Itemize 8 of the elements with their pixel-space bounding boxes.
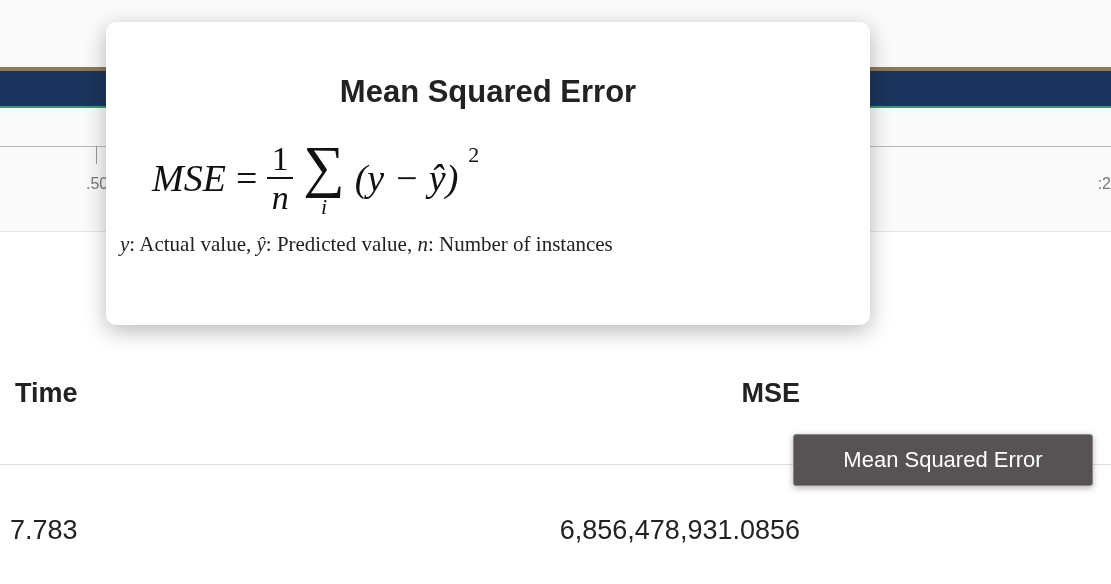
popover-title: Mean Squared Error [339,74,637,110]
column-header[interactable]: Time [0,378,78,409]
column-header[interactable]: MSE [741,378,800,409]
table-cell: 6,856,478,931.0856 [559,515,800,546]
axis-label: :2 [1097,175,1111,193]
formula-legend: y: Actual value, ŷ: Predicted value, n: Number of instances [120,232,613,257]
tooltip: Mean Squared Error [793,434,1093,486]
table-cell-text: 7.783 [9,515,78,546]
